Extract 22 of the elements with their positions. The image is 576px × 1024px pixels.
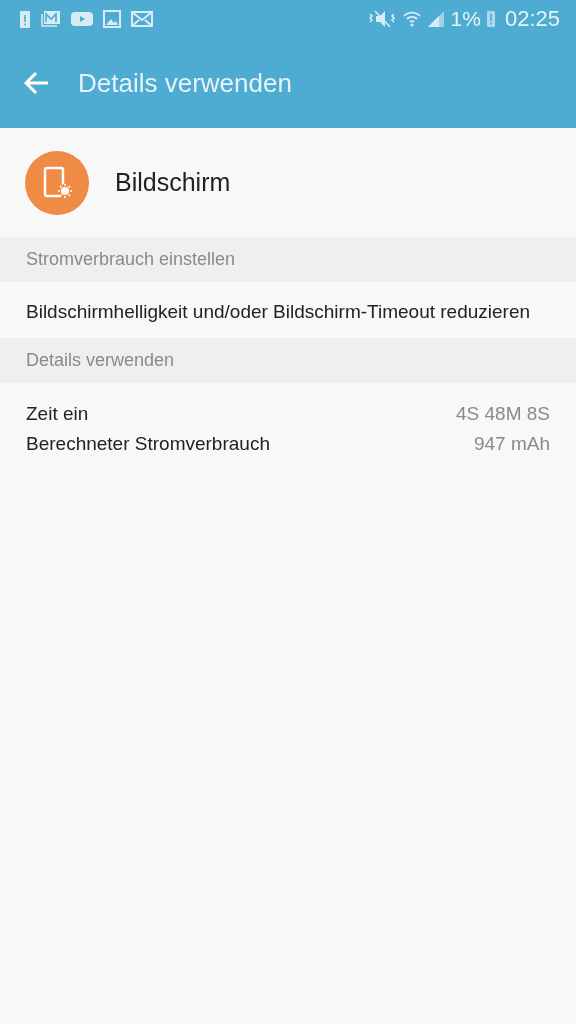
tip-text: Bildschirmhelligkeit und/oder Bildschirm-Timeout reduzieren bbox=[25, 300, 532, 324]
detail-label: Berechneter Stromverbrauch bbox=[26, 433, 270, 455]
battery-alert-icon bbox=[486, 10, 495, 28]
mute-icon bbox=[366, 9, 397, 29]
app-name: Bildschirm bbox=[115, 168, 231, 197]
envelope-icon bbox=[131, 11, 153, 27]
back-arrow-icon bbox=[24, 71, 50, 95]
screen-brightness-icon bbox=[25, 150, 89, 215]
signal-icon bbox=[426, 10, 445, 28]
detail-value: 947 mAh bbox=[473, 433, 550, 455]
screen-title: Details verwenden bbox=[78, 67, 292, 99]
image-icon bbox=[103, 10, 121, 28]
detail-label: Zeit ein bbox=[26, 403, 89, 425]
section-header: Stromverbrauch einstellen bbox=[0, 237, 576, 282]
battery-percent: 1% bbox=[450, 7, 481, 31]
wifi-icon bbox=[402, 9, 421, 29]
status-time: 02:25 bbox=[504, 6, 560, 32]
detail-value: 4S 48M 8S bbox=[456, 403, 550, 425]
section-header: Details verwenden bbox=[0, 338, 576, 383]
mail-icon bbox=[41, 10, 61, 28]
battery-alert-icon bbox=[19, 9, 31, 29]
video-play-icon bbox=[71, 11, 93, 27]
